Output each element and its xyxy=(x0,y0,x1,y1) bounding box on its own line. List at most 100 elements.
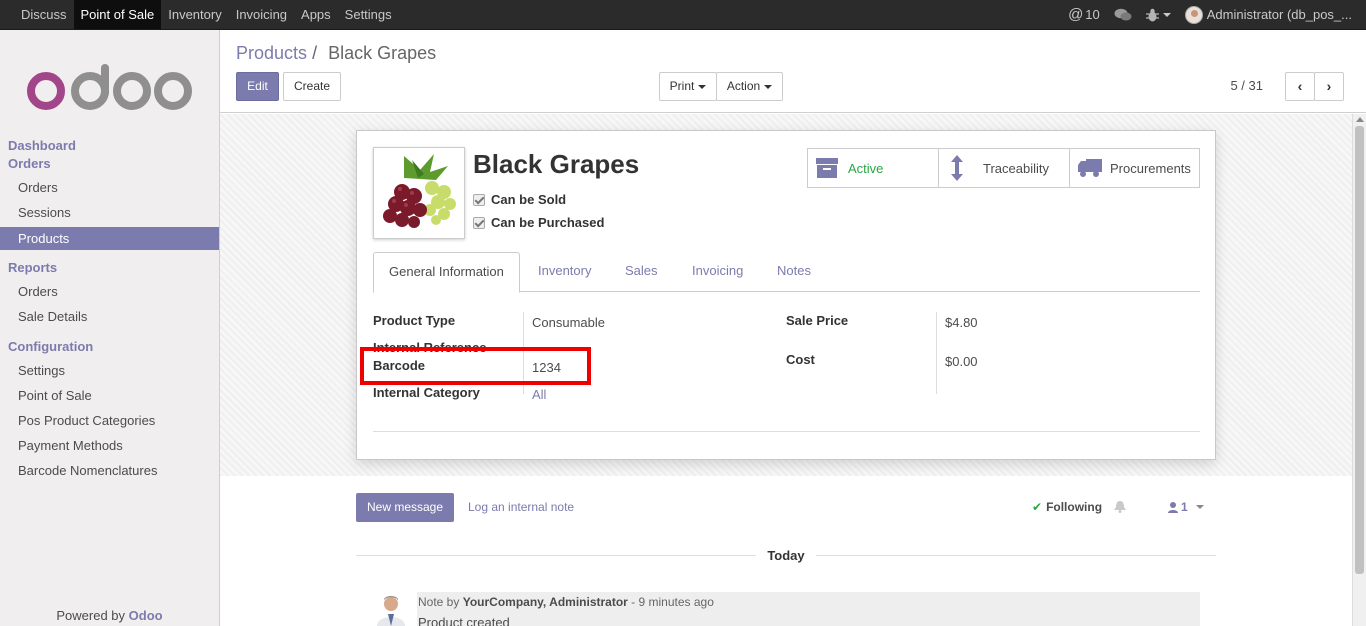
tab-general-information[interactable]: General Information xyxy=(373,252,520,293)
action-button[interactable]: Action xyxy=(716,72,783,101)
powered-by: Powered by Odoo xyxy=(0,608,219,623)
author-avatar-image xyxy=(374,594,408,626)
following-button[interactable]: ✔ Following xyxy=(1032,500,1127,514)
sidebar-section-orders[interactable]: Orders xyxy=(8,156,51,171)
message-header: Note by YourCompany, Administrator - 9 m… xyxy=(418,595,714,609)
new-message-button[interactable]: New message xyxy=(356,493,454,522)
product-image[interactable] xyxy=(373,147,465,239)
mentions-count: 10 xyxy=(1085,7,1100,22)
edit-button[interactable]: Edit xyxy=(236,72,279,101)
pager-previous-button[interactable]: ‹ xyxy=(1285,72,1315,101)
followers-dropdown[interactable]: 1 xyxy=(1168,500,1204,514)
traceability-button[interactable]: Traceability xyxy=(938,148,1070,188)
top-navbar: Discuss Point of Sale Inventory Invoicin… xyxy=(0,0,1366,30)
sidebar-item-sessions[interactable]: Sessions xyxy=(0,201,219,224)
following-label: Following xyxy=(1046,500,1103,514)
author-avatar[interactable] xyxy=(374,594,408,626)
form-sheet: Black Grapes Can be Sold Can be Purchase… xyxy=(356,130,1216,460)
chevron-left-icon: ‹ xyxy=(1297,78,1303,94)
scrollbar[interactable] xyxy=(1352,114,1366,626)
message-time: - 9 minutes ago xyxy=(631,595,714,609)
sidebar-item-payment-methods[interactable]: Payment Methods xyxy=(0,434,219,457)
bell-icon xyxy=(1114,501,1127,513)
menu-point-of-sale[interactable]: Point of Sale xyxy=(73,0,162,29)
debug-menu-button[interactable] xyxy=(1145,8,1171,22)
form-separator xyxy=(373,431,1200,432)
can-be-sold-checkbox[interactable]: Can be Sold xyxy=(473,192,566,207)
print-label: Print xyxy=(669,79,695,93)
grapes-image xyxy=(383,154,456,228)
tab-inventory[interactable]: Inventory xyxy=(523,252,606,292)
tab-sales[interactable]: Sales xyxy=(610,252,673,292)
user-icon xyxy=(1168,501,1178,513)
message-author-link[interactable]: YourCompany, Administrator xyxy=(463,595,628,609)
active-label: Active xyxy=(848,160,884,176)
create-button[interactable]: Create xyxy=(283,72,341,101)
odoo-logo xyxy=(27,64,192,110)
check-icon: ✔ xyxy=(1032,500,1043,514)
app-menu: Discuss Point of Sale Inventory Invoicin… xyxy=(14,0,399,29)
chat-button[interactable] xyxy=(1114,8,1132,22)
can-be-purchased-checkbox[interactable]: Can be Purchased xyxy=(473,215,604,230)
product-type-label: Product Type xyxy=(373,313,456,328)
sale-price-label: Sale Price xyxy=(786,313,849,328)
sidebar-item-point-of-sale[interactable]: Point of Sale xyxy=(0,384,219,407)
checkbox-checked-icon xyxy=(473,193,485,206)
user-name: Administrator (db_pos_... xyxy=(1206,7,1352,22)
menu-settings[interactable]: Settings xyxy=(338,0,399,29)
sidebar-item-products[interactable]: Products xyxy=(0,227,219,250)
chevron-down-icon xyxy=(698,84,707,89)
cost-label: Cost xyxy=(786,352,815,367)
tab-invoicing[interactable]: Invoicing xyxy=(677,252,758,292)
product-title: Black Grapes xyxy=(473,149,640,179)
internal-category-label: Internal Category xyxy=(373,385,480,400)
procurements-button[interactable]: Procurements xyxy=(1069,148,1200,188)
control-panel: Products / Black Grapes Edit Create Prin… xyxy=(220,30,1366,113)
truck-icon xyxy=(1078,159,1102,177)
tab-notes[interactable]: Notes xyxy=(762,252,826,292)
scroll-up-arrow-icon[interactable] xyxy=(1356,117,1364,122)
field-divider xyxy=(936,312,937,394)
sidebar-item-barcode-nomenclatures[interactable]: Barcode Nomenclatures xyxy=(0,459,219,482)
pager-next-button[interactable]: › xyxy=(1314,72,1344,101)
breadcrumb: Products / Black Grapes xyxy=(236,43,436,64)
user-menu[interactable]: Administrator (db_pos_... xyxy=(1184,5,1352,24)
chat-bubbles-icon xyxy=(1114,8,1132,20)
sidebar-item-settings[interactable]: Settings xyxy=(0,359,219,382)
menu-inventory[interactable]: Inventory xyxy=(161,0,228,29)
menu-discuss[interactable]: Discuss xyxy=(14,0,74,29)
user-avatar xyxy=(1184,5,1203,24)
sidebar-item-pos-product-categories[interactable]: Pos Product Categories xyxy=(0,409,219,432)
at-icon: @ xyxy=(1068,6,1084,23)
notebook-tabs: General Information Inventory Sales Invo… xyxy=(373,252,1200,293)
powered-by-link[interactable]: Odoo xyxy=(129,608,163,623)
can-be-sold-label: Can be Sold xyxy=(491,192,567,207)
procurements-label: Procurements xyxy=(1110,160,1191,176)
breadcrumb-products-link[interactable]: Products xyxy=(236,43,307,63)
bug-icon xyxy=(1145,8,1159,21)
mentions-button[interactable]: @ 10 xyxy=(1068,6,1100,23)
internal-category-link[interactable]: All xyxy=(532,387,546,402)
breadcrumb-separator: / xyxy=(312,43,318,63)
sale-price-value: $4.80 xyxy=(945,315,978,330)
pager-value: 5 / 31 xyxy=(1230,78,1263,93)
sidebar-item-orders[interactable]: Orders xyxy=(0,176,219,199)
print-button[interactable]: Print xyxy=(659,72,717,101)
barcode-highlight-box xyxy=(360,347,591,385)
scrollbar-thumb[interactable] xyxy=(1355,126,1364,574)
log-internal-note-link[interactable]: Log an internal note xyxy=(468,500,574,514)
vertical-arrows-icon xyxy=(951,155,963,181)
sidebar-section-configuration[interactable]: Configuration xyxy=(8,339,93,354)
sidebar-section-reports[interactable]: Reports xyxy=(8,260,57,275)
can-be-purchased-label: Can be Purchased xyxy=(491,215,605,230)
cost-value: $0.00 xyxy=(945,354,978,369)
sidebar-item-sale-details[interactable]: Sale Details xyxy=(0,305,219,328)
message-body: Product created xyxy=(418,615,510,626)
sidebar-dashboard[interactable]: Dashboard xyxy=(8,138,76,153)
chevron-down-icon xyxy=(764,84,773,89)
menu-apps[interactable]: Apps xyxy=(294,0,338,29)
menu-invoicing[interactable]: Invoicing xyxy=(229,0,294,29)
active-toggle-button[interactable]: Active xyxy=(807,148,939,188)
sidebar-item-report-orders[interactable]: Orders xyxy=(0,280,219,303)
archive-box-icon xyxy=(816,158,838,178)
